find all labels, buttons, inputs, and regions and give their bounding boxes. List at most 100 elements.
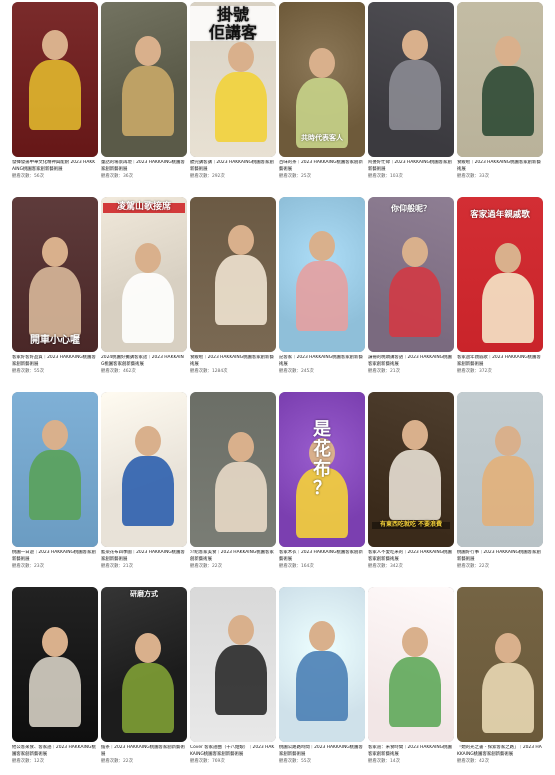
view-count-label: 觀看次數： bbox=[457, 564, 479, 569]
video-grid: 發揮發揚中華文化精神與能耐 2023 HAKKAING桃園客家創新藝術展 觀看次數… bbox=[0, 0, 555, 775]
video-card[interactable]: 介紹客家美食｜2023 HAKKAING桃園客家創新藝術展 觀看次數：22次 bbox=[190, 392, 276, 571]
video-card[interactable]: 他公客來食、客家語｜2023 HAKKAING桃園客家創新藝術展 觀看次數：12次 bbox=[12, 587, 98, 766]
view-count-label: 觀看次數： bbox=[12, 564, 34, 569]
video-thumbnail[interactable] bbox=[279, 587, 365, 742]
video-title[interactable]: 發揮發揚中華文化精神與能耐 2023 HAKKAING桃園客家創新藝術展 bbox=[12, 160, 98, 174]
video-thumbnail[interactable] bbox=[368, 587, 454, 742]
video-card[interactable]: 發揮發揚中華文化精神與能耐 2023 HAKKAING桃園客家創新藝術展 觀看次數… bbox=[12, 2, 98, 181]
video-card[interactable]: 是 花 布 ？ 客家木衣｜2023 HAKKAING桃園客家創新藝術展 觀看次數：1… bbox=[279, 392, 365, 571]
video-thumbnail[interactable] bbox=[457, 2, 543, 157]
thumbnail-scene bbox=[457, 587, 543, 742]
view-count-unit: 次 bbox=[487, 369, 492, 374]
person-head bbox=[495, 36, 521, 66]
person-body bbox=[296, 261, 348, 331]
video-thumbnail[interactable]: 有東西吃就吃 不要浪費 bbox=[368, 392, 454, 547]
video-thumbnail[interactable] bbox=[12, 392, 98, 547]
video-title[interactable]: 桃園公路路時間｜2023 HAKKAING桃園客家創新藝術展 bbox=[279, 745, 365, 759]
video-thumbnail[interactable]: 共時代表客人 bbox=[279, 2, 365, 157]
view-count: 觀看次數：55次 bbox=[12, 369, 98, 376]
video-thumbnail[interactable]: 你仰般呢？ bbox=[368, 197, 454, 352]
video-card[interactable]: 藍染花布四季圖｜2023 HAKKAING桃園客家創新藝術展 觀看次數：21次 bbox=[101, 392, 187, 571]
video-title[interactable]: Cover 客家語曲（十八姑娘）｜2023 HAKKAING桃園客家創新藝術展 bbox=[190, 745, 276, 759]
video-title[interactable]: 桃園好行事｜2023 HAKKAING桃園客家創新藝術展 bbox=[457, 550, 543, 564]
video-card[interactable]: 桃園一日遊｜2023 HAKKAING桃園客家創新藝術展 觀看次數：23次 bbox=[12, 392, 98, 571]
video-thumbnail[interactable]: 是 花 布 ？ bbox=[279, 392, 365, 547]
thumbnail-scene bbox=[12, 2, 98, 157]
video-card[interactable]: 「她的光之書 - 探索客家之路」｜2023 HAKKAING桃園客家創新藝術展觀… bbox=[457, 587, 543, 766]
video-title[interactable]: 客家人不愛吃米的｜2023 HAKKAING桃園客家創新藝術展 bbox=[368, 550, 454, 564]
video-title[interactable]: 阿婆好忙碌｜2023 HAKKAING桃園客家創新藝術展 bbox=[368, 160, 454, 174]
person-head bbox=[402, 627, 428, 657]
view-count-unit: 次 bbox=[39, 369, 44, 374]
video-card[interactable]: 開車小心喔客家好客好品質｜2023 HAKKAING桃園客家創新藝術展 觀看次數：… bbox=[12, 197, 98, 376]
video-title[interactable]: 童話的場景再現｜2023 HAKKAING桃園客家創新藝術展 bbox=[101, 160, 187, 174]
view-count: 觀看次數：372次 bbox=[457, 369, 543, 376]
video-card[interactable]: 桃園公路路時間｜2023 HAKKAING桃園客家創新藝術展 觀看次數：55次 bbox=[279, 587, 365, 766]
person-body bbox=[296, 651, 348, 721]
video-title[interactable]: 客家過年親戚歌｜2023 HAKKAING桃園客家創新藝術展 bbox=[457, 355, 543, 369]
view-count: 觀看次數：23次 bbox=[12, 564, 98, 571]
thumbnail-scene bbox=[190, 392, 276, 547]
view-count-label: 觀看次數： bbox=[368, 174, 390, 179]
video-card[interactable]: 阿婆好忙碌｜2023 HAKKAING桃園客家創新藝術展 觀看次數：103次 bbox=[368, 2, 454, 181]
video-title[interactable]: 擂茶｜2023 HAKKAING桃園客家創新藝術展 bbox=[101, 745, 187, 759]
video-card[interactable]: 客家道：米食時間｜2023 HAKKAING桃園客家創新藝術展 觀看次數：14次 bbox=[368, 587, 454, 766]
video-title[interactable]: 他公客來食、客家語｜2023 HAKKAING桃園客家創新藝術展 bbox=[12, 745, 98, 759]
view-count: 觀看次數：42次 bbox=[457, 759, 543, 766]
video-thumbnail[interactable] bbox=[12, 2, 98, 157]
video-card[interactable]: 研磨方式 擂茶｜2023 HAKKAING桃園客家創新藝術展 觀看次數：22次 bbox=[101, 587, 187, 766]
video-thumbnail[interactable] bbox=[190, 197, 276, 352]
video-thumbnail[interactable]: 開車小心喔 bbox=[12, 197, 98, 352]
video-card[interactable]: 食飯啦｜2023 HAKKAING桃園客家創新藝術展 觀看次數：1284次 bbox=[190, 197, 276, 376]
video-thumbnail[interactable] bbox=[101, 392, 187, 547]
video-card[interactable]: 掛號 佢講客 聽完講客講｜2023 HAKKAING桃園客家創新藝術展 觀看次數：2… bbox=[190, 2, 276, 181]
video-title[interactable]: 桃園一日遊｜2023 HAKKAING桃園客家創新藝術展 bbox=[12, 550, 98, 564]
video-card[interactable]: Cover 客家語曲（十八姑娘）｜2023 HAKKAING桃園客家創新藝術展觀… bbox=[190, 587, 276, 766]
video-thumbnail[interactable] bbox=[101, 2, 187, 157]
video-title[interactable]: 2024桃園好攤講客家話｜2023 HAKKAING桃園客家創新藝術展 bbox=[101, 355, 187, 369]
video-card[interactable]: 童話的場景再現｜2023 HAKKAING桃園客家創新藝術展 觀看次數：36次 bbox=[101, 2, 187, 181]
thumbnail-scene bbox=[457, 2, 543, 157]
video-thumbnail[interactable] bbox=[368, 2, 454, 157]
video-thumbnail[interactable] bbox=[457, 587, 543, 742]
video-thumbnail[interactable] bbox=[279, 197, 365, 352]
view-count-label: 觀看次數： bbox=[101, 759, 123, 764]
video-thumbnail[interactable]: 研磨方式 bbox=[101, 587, 187, 742]
video-title[interactable]: 介紹客家美食｜2023 HAKKAING桃園客家創新藝術展 bbox=[190, 550, 276, 564]
video-title[interactable]: 食飯啦｜2023 HAKKAING桃園客家創新藝術展 bbox=[190, 355, 276, 369]
video-thumbnail[interactable]: 凌駕山歌接席 bbox=[101, 197, 187, 352]
video-thumbnail[interactable] bbox=[12, 587, 98, 742]
video-title[interactable]: 客家好客好品質｜2023 HAKKAING桃園客家創新藝術展 bbox=[12, 355, 98, 369]
video-meta: 客家人不愛吃米的｜2023 HAKKAING桃園客家創新藝術展 觀看次數：342次 bbox=[368, 547, 454, 571]
view-count-unit: 次 bbox=[217, 564, 222, 569]
thumbnail-caption: 是 花 布 ？ bbox=[313, 419, 331, 500]
video-title[interactable]: 藍染花布四季圖｜2023 HAKKAING桃園客家創新藝術展 bbox=[101, 550, 187, 564]
video-card[interactable]: 記客家｜2023 HAKKAING桃園客家創新藝術展 觀看次數：245次 bbox=[279, 197, 365, 376]
video-card[interactable]: 有東西吃就吃 不要浪費 客家人不愛吃米的｜2023 HAKKAING桃園客家創新藝… bbox=[368, 392, 454, 571]
video-thumbnail[interactable] bbox=[190, 587, 276, 742]
video-thumbnail[interactable] bbox=[457, 392, 543, 547]
video-thumbnail[interactable] bbox=[190, 392, 276, 547]
video-title[interactable]: 百味的茶｜2023 HAKKAING桃園客家創新藝術展 bbox=[279, 160, 365, 174]
person-body bbox=[389, 60, 441, 130]
person-head bbox=[309, 48, 335, 78]
video-title[interactable]: 客家木衣｜2023 HAKKAING桃園客家創新藝術展 bbox=[279, 550, 365, 564]
video-card[interactable]: 桃園好行事｜2023 HAKKAING桃園客家創新藝術展 觀看次數：22次 bbox=[457, 392, 543, 571]
video-title[interactable]: 記客家｜2023 HAKKAING桃園客家創新藝術展 bbox=[279, 355, 365, 369]
video-card[interactable]: 你仰般呢？ 讀冊的晚頭講客語｜2023 HAKKAING桃園客家創新藝術展 觀看次數… bbox=[368, 197, 454, 376]
video-title[interactable]: 「她的光之書 - 探索客家之路」｜2023 HAKKAING桃園客家創新藝術展 bbox=[457, 745, 543, 759]
view-count: 觀看次數：103次 bbox=[368, 174, 454, 181]
video-thumbnail[interactable]: 客家過年親戚歌 bbox=[457, 197, 543, 352]
video-title[interactable]: 讀冊的晚頭講客語｜2023 HAKKAING桃園客家創新藝術展 bbox=[368, 355, 454, 369]
view-count-label: 觀看次數： bbox=[190, 759, 212, 764]
video-card[interactable]: 共時代表客人 百味的茶｜2023 HAKKAING桃園客家創新藝術展 觀看次數：25… bbox=[279, 2, 365, 181]
video-title[interactable]: 客家道：米食時間｜2023 HAKKAING桃園客家創新藝術展 bbox=[368, 745, 454, 759]
video-title[interactable]: 食飯啦｜2023 HAKKAING桃園客家創新藝術展 bbox=[457, 160, 543, 174]
video-card[interactable]: 凌駕山歌接席 2024桃園好攤講客家話｜2023 HAKKAING桃園客家創新藝術… bbox=[101, 197, 187, 376]
view-count: 觀看次數：12次 bbox=[12, 759, 98, 766]
video-card[interactable]: 食飯啦｜2023 HAKKAING桃園客家創新藝術展 觀看次數：33次 bbox=[457, 2, 543, 181]
video-title[interactable]: 聽完講客講｜2023 HAKKAING桃園客家創新藝術展 bbox=[190, 160, 276, 174]
video-card[interactable]: 客家過年親戚歌客家過年親戚歌｜2023 HAKKAING桃園客家創新藝術展 觀看次… bbox=[457, 197, 543, 376]
video-thumbnail[interactable]: 掛號 佢講客 bbox=[190, 2, 276, 157]
view-count-label: 觀看次數： bbox=[12, 174, 34, 179]
